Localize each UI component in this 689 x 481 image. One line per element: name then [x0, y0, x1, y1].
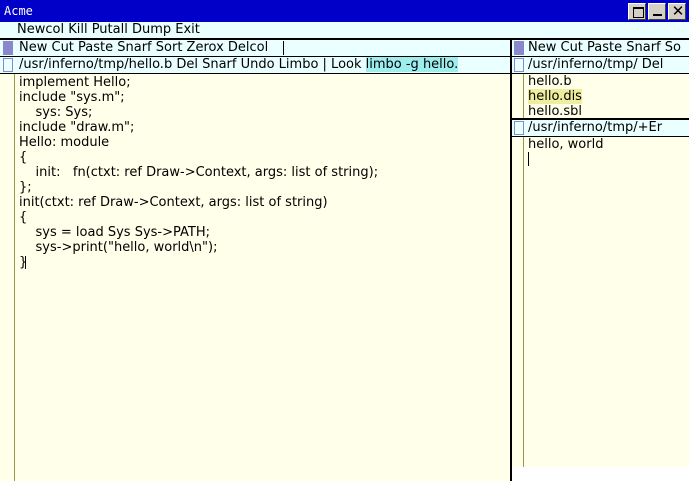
- left-window-tag-text[interactable]: /usr/inferno/tmp/hello.b Del Snarf Undo …: [19, 57, 459, 73]
- right-column-tag-text[interactable]: New Cut Paste Snarf So: [528, 40, 681, 56]
- left-column-tag[interactable]: New Cut Paste Snarf Sort Zerox Delcol: [0, 40, 510, 56]
- file-list[interactable]: hello.b hello.dis hello.sbl: [528, 74, 582, 119]
- right-column-tag[interactable]: New Cut Paste Snarf So: [512, 40, 689, 56]
- text-line: implement Hello;: [19, 75, 131, 90]
- left-window-tag-selection[interactable]: limbo -g hello.: [365, 57, 459, 72]
- text-line: init(ctxt: ref Draw->Context, args: list…: [19, 195, 328, 210]
- main-tag[interactable]: Newcol Kill Putall Dump Exit: [0, 22, 689, 38]
- tag-cursor: [283, 41, 284, 55]
- left-window-tag-commands[interactable]: /usr/inferno/tmp/hello.b Del Snarf Undo …: [19, 57, 366, 72]
- file-item-hello-sbl[interactable]: hello.sbl: [528, 104, 582, 119]
- output-text[interactable]: hello, world: [528, 137, 603, 152]
- output-line: hello, world: [528, 137, 604, 152]
- output-window-tag[interactable]: /usr/inferno/tmp/+Er: [512, 120, 689, 136]
- close-icon: ✕: [671, 2, 685, 20]
- right-column-layout-box[interactable]: [514, 41, 524, 55]
- text-line: sys: Sys;: [19, 105, 93, 120]
- output-window-layout-box[interactable]: [514, 121, 524, 135]
- minimize-icon: [653, 14, 662, 16]
- maximize-button[interactable]: [628, 3, 646, 20]
- left-window-body[interactable]: implement Hello; include "sys.m"; sys: S…: [15, 74, 510, 481]
- left-window-tag[interactable]: /usr/inferno/tmp/hello.b Del Snarf Undo …: [0, 57, 510, 73]
- text-line: Hello: module: [19, 135, 110, 150]
- close-button[interactable]: ✕: [668, 2, 686, 20]
- maximize-icon: [633, 7, 644, 18]
- file-item-hello-dis[interactable]: hello.dis: [528, 89, 582, 104]
- text-line: }: [19, 255, 378, 270]
- dir-window-scrollbar[interactable]: [512, 74, 524, 118]
- right-column-empty-area: [512, 467, 689, 481]
- text-line: include "sys.m";: [19, 90, 125, 105]
- text-line: {: [19, 210, 28, 225]
- output-window-tag-text[interactable]: /usr/inferno/tmp/+Er: [528, 120, 662, 136]
- dir-window-layout-box[interactable]: [514, 58, 524, 72]
- source-text[interactable]: implement Hello; include "sys.m"; sys: S…: [19, 75, 378, 270]
- minimize-button[interactable]: [648, 3, 666, 20]
- text-line-content: }: [19, 255, 28, 270]
- window-titlebar: [0, 0, 689, 22]
- text-cursor: [25, 256, 26, 269]
- dir-window-body[interactable]: hello.b hello.dis hello.sbl: [524, 74, 689, 119]
- text-line: include "draw.m";: [19, 120, 135, 135]
- dir-window-tag-text[interactable]: /usr/inferno/tmp/ Del: [528, 57, 663, 73]
- text-line: {: [19, 150, 28, 165]
- text-line: };: [19, 180, 32, 195]
- output-cursor: [528, 152, 529, 166]
- text-line: sys = load Sys Sys->PATH;: [19, 225, 210, 240]
- window-layout-box[interactable]: [3, 58, 13, 72]
- file-item-hello-b[interactable]: hello.b: [528, 74, 582, 89]
- window-title: Acme: [4, 4, 33, 18]
- output-window-scrollbar[interactable]: [512, 137, 524, 467]
- output-window-body[interactable]: hello, world: [524, 137, 689, 467]
- column-layout-box[interactable]: [3, 41, 13, 55]
- main-tag-text[interactable]: Newcol Kill Putall Dump Exit: [17, 22, 200, 38]
- left-window-scrollbar[interactable]: [0, 74, 15, 481]
- left-column-tag-text[interactable]: New Cut Paste Snarf Sort Zerox Delcol: [19, 40, 268, 56]
- text-line: sys->print("hello, world\n");: [19, 240, 218, 255]
- text-line: init: fn(ctxt: ref Draw->Context, args: …: [19, 165, 379, 180]
- dir-window-tag[interactable]: /usr/inferno/tmp/ Del: [512, 57, 689, 73]
